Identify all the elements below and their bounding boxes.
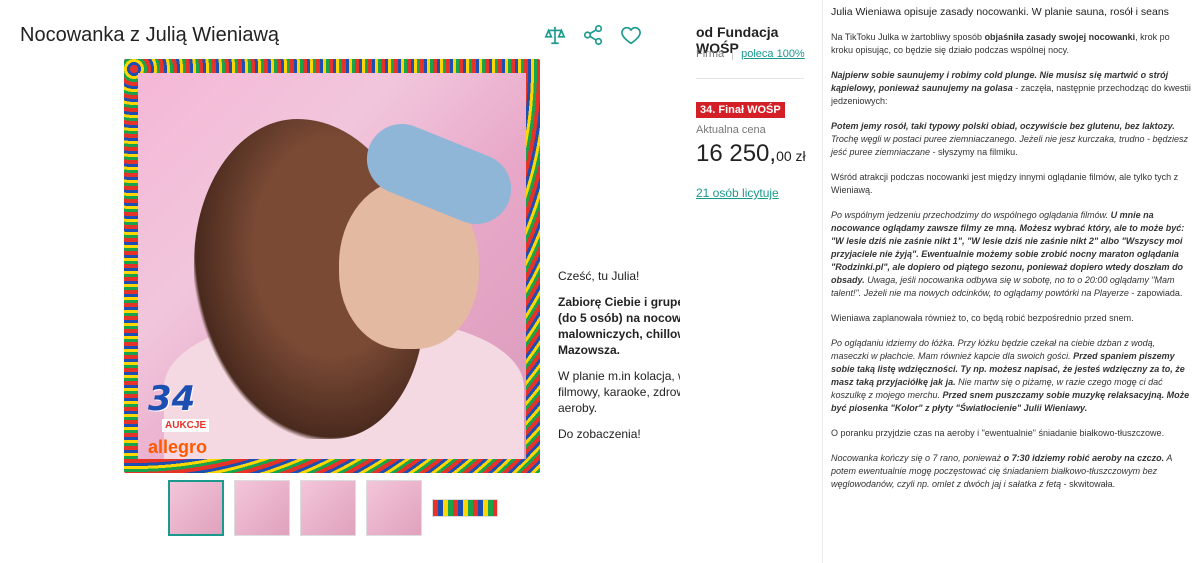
article-p5: Po wspólnym jedzeniu przechodzimy do wsp…	[831, 209, 1192, 300]
bidders-link[interactable]: 21 osób licytuje	[696, 186, 779, 200]
product-actions	[543, 22, 643, 48]
seller-price-panel: od Fundacja WOŚP Firma poleca 100% 34. Fi…	[680, 0, 820, 563]
seller-recommend-link[interactable]: poleca 100%	[741, 48, 805, 60]
product-title: Nocowanka z Julią Wieniawą	[20, 24, 280, 46]
price-label: Aktualna cena	[696, 124, 766, 136]
p5-post: - zapowiada.	[1128, 288, 1183, 298]
article-p6: Wieniawa zaplanowała również to, co będą…	[831, 313, 1134, 323]
share-icon[interactable]	[581, 22, 605, 48]
article-p3: Potem jemy rosół, taki typowy polski obi…	[831, 120, 1192, 159]
price-cents: 00 zł	[776, 148, 806, 164]
wosp-badge: 34 AUKCJE allegro	[142, 379, 222, 459]
p3-bold: Potem jemy rosół, taki typowy polski obi…	[831, 121, 1175, 131]
badge-number: 34	[148, 379, 196, 419]
meta-separator	[732, 48, 734, 60]
p1-bold: objaśniła zasady swojej nocowanki	[984, 32, 1136, 42]
p9-italic: Nocowanka kończy się o 7 rano, ponieważ	[831, 453, 1004, 463]
thumbnail-1[interactable]	[168, 480, 224, 536]
p5-italic-2: Uwaga, jeśli nocowanka odbywa się w sobo…	[831, 275, 1175, 298]
p9-bold: o 7:30 idziemy robić aeroby na czczo.	[1003, 453, 1165, 463]
badge-label: AUKCJE	[162, 419, 210, 432]
product-main-image[interactable]: 34 AUKCJE allegro	[124, 59, 540, 473]
seller-meta: Firma poleca 100%	[696, 48, 805, 60]
p9-post: - skwitowała.	[1061, 479, 1116, 489]
price-main: 16 250,	[696, 140, 777, 167]
article-p7: Po oglądaniu idziemy do łóżka. Przy łóżk…	[831, 337, 1192, 415]
thumbnail-5[interactable]	[432, 499, 498, 517]
compare-scale-icon[interactable]	[543, 22, 567, 48]
p1-pre: Na TikToku Julka w żartobliwy sposób	[831, 32, 985, 42]
article-p1: Na TikToku Julka w żartobliwy sposób obj…	[831, 31, 1192, 57]
p5-italic: Po wspólnym jedzeniu przechodzimy do wsp…	[831, 210, 1111, 220]
article-title: Julia Wieniawa opisuje zasady nocowanki.…	[831, 6, 1169, 18]
thumbnail-2[interactable]	[234, 480, 290, 536]
article-panel: Julia Wieniawa opisuje zasady nocowanki.…	[822, 0, 1200, 563]
thumbnail-3[interactable]	[300, 480, 356, 536]
article-p2: Najpierw sobie saunujemy i robimy cold p…	[831, 69, 1192, 108]
article-p8: O poranku przyjdzie czas na aeroby i "ew…	[831, 428, 1165, 438]
current-price: 16 250,00 zł	[696, 140, 806, 168]
seller-type: Firma	[696, 48, 725, 60]
article-p4: Wśród atrakcji podczas nocowanki jest mi…	[831, 172, 1179, 195]
divider	[696, 78, 804, 79]
p3-post: - słyszymy na filmiku.	[930, 147, 1018, 157]
heart-icon[interactable]	[619, 22, 643, 48]
allegro-logo: allegro	[148, 437, 208, 457]
article-p9: Nocowanka kończy się o 7 rano, ponieważ …	[831, 452, 1192, 491]
thumbnail-4[interactable]	[366, 480, 422, 536]
thumbnail-strip	[168, 480, 498, 536]
product-panel: Nocowanka z Julią Wieniawą 34 AUKCJE all…	[0, 0, 803, 563]
p5-bold: U mnie na nocowance oglądamy zawsze film…	[831, 210, 1185, 285]
wosp-final-tag: 34. Finał WOŚP	[696, 102, 785, 118]
